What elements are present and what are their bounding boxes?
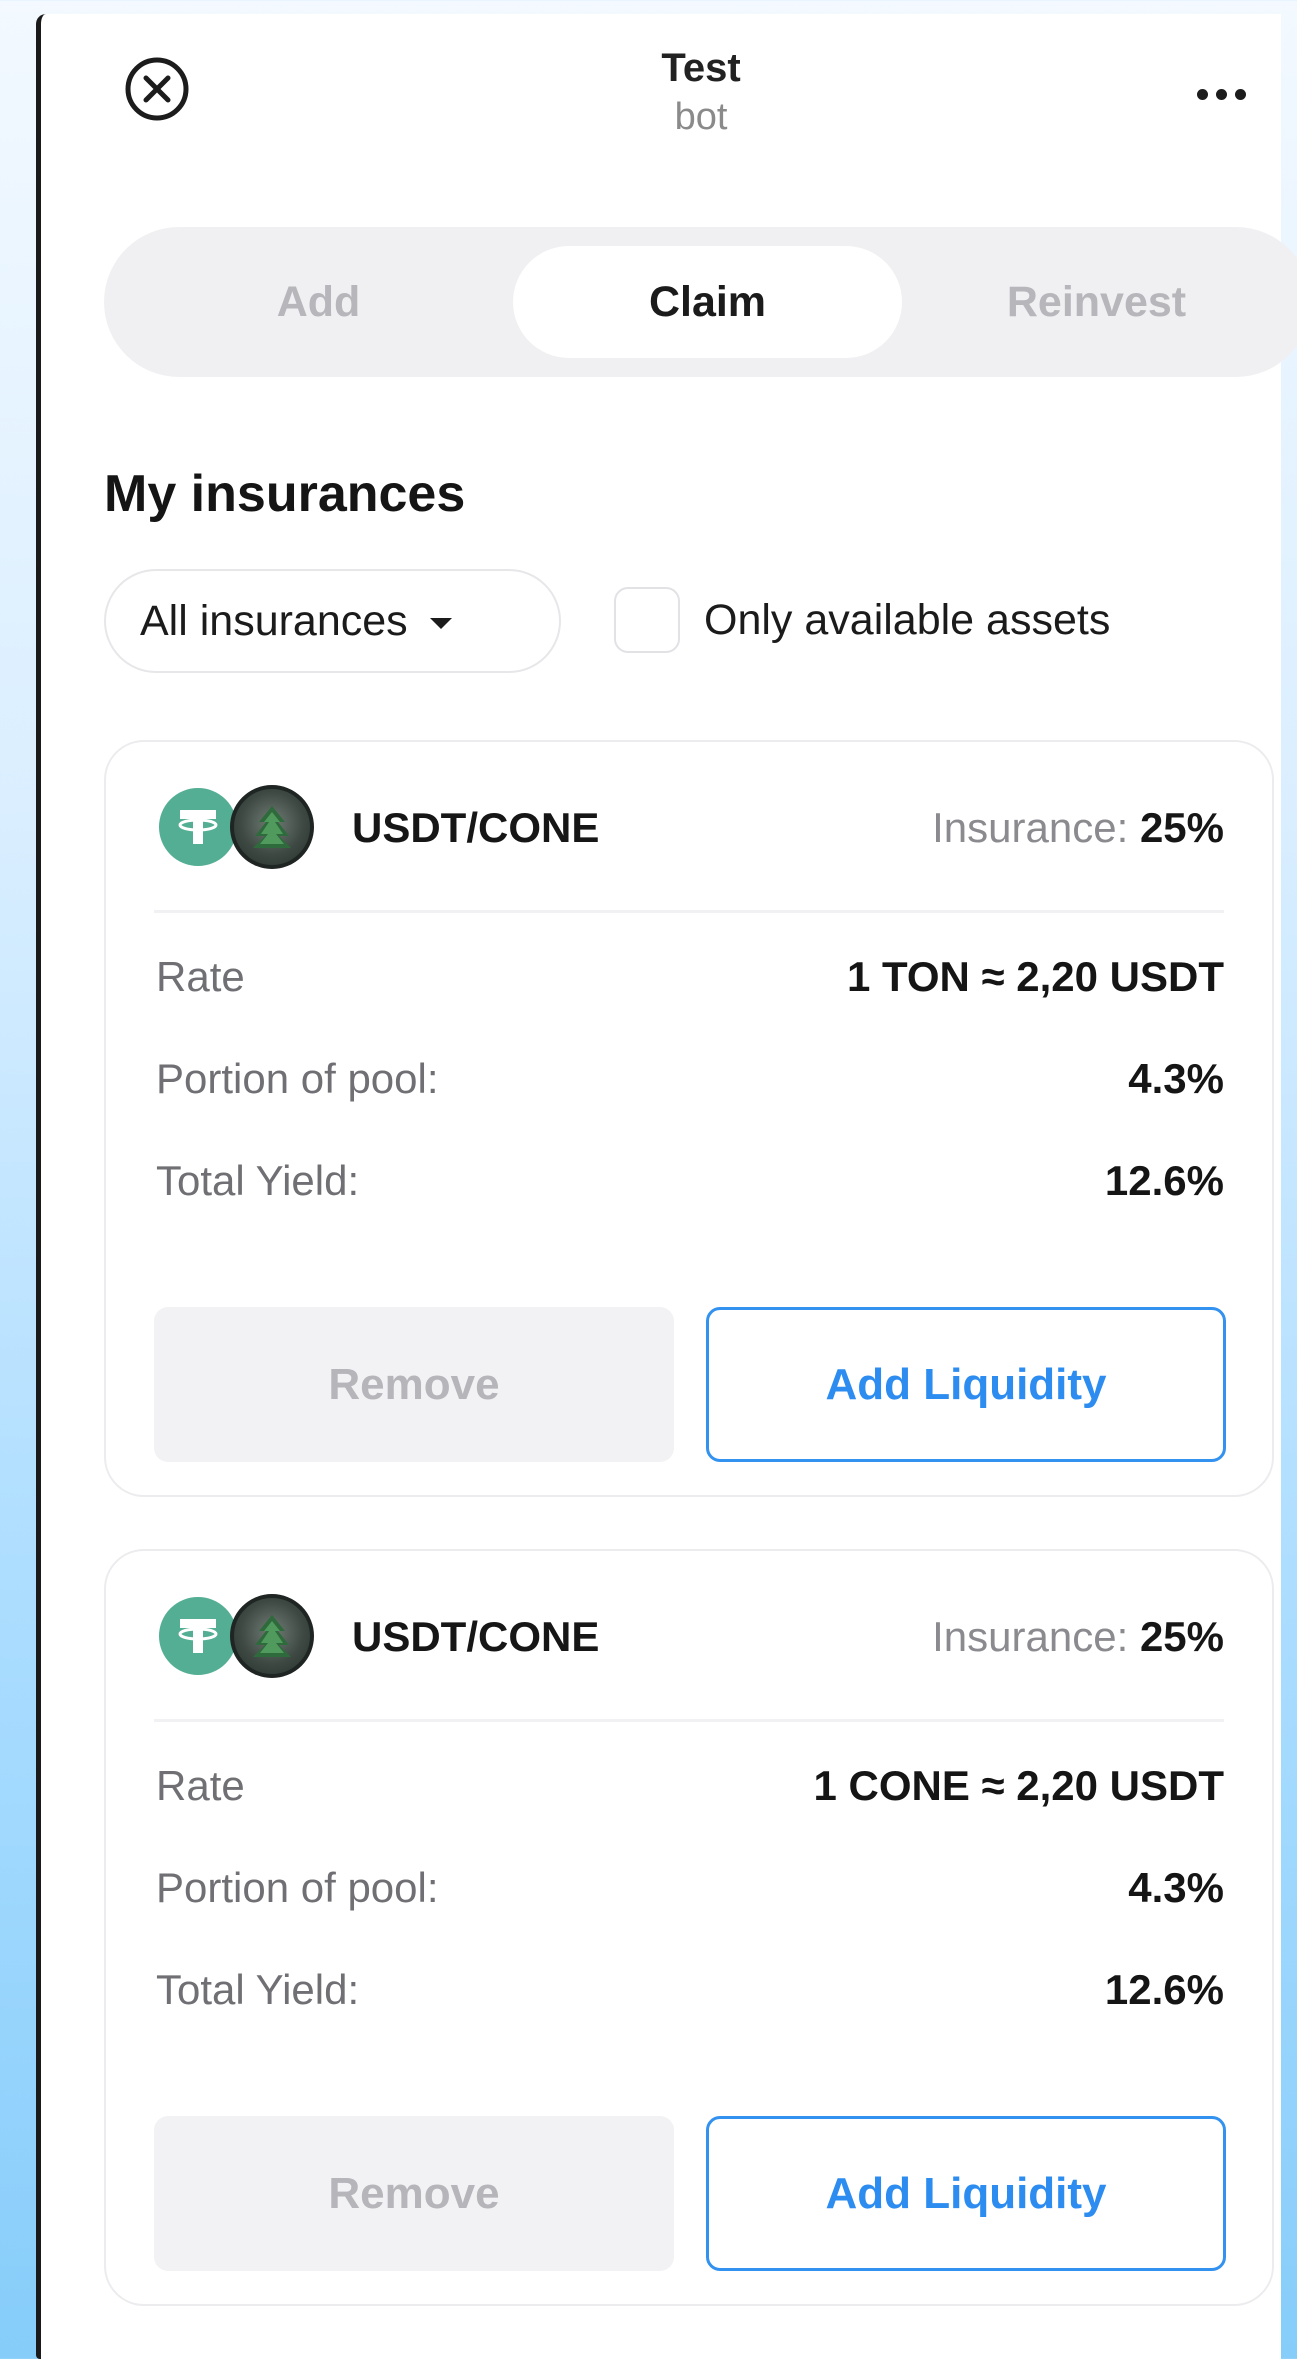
add-liquidity-button[interactable]: Add Liquidity [706,1307,1226,1462]
insurance-value: 25% [1139,804,1224,851]
tab-claim[interactable]: Claim [513,246,902,358]
row-label: Rate [156,1762,245,1809]
section-title: My insurances [104,465,466,523]
header: Test bot [41,14,1281,154]
pair-name: USDT/CONE [352,804,600,851]
remove-button[interactable]: Remove [154,1307,674,1462]
insurance-filter-dropdown[interactable]: All insurances [104,569,561,673]
row-label: Portion of pool: [156,1864,439,1911]
row-value: 4.3% [1128,1864,1224,1911]
available-assets-checkbox[interactable] [614,587,680,653]
insurance-percent: Insurance: 25% [932,802,1224,854]
title-block: Test bot [41,44,1281,142]
more-horizontal-icon [1196,88,1208,100]
yield-row: Total Yield: 12.6% [156,1151,1224,1211]
cone-icon [230,1594,314,1678]
portion-row: Portion of pool: 4.3% [156,1858,1224,1918]
page-title: Test [661,46,741,90]
insurance-label: Insurance: [932,1613,1129,1660]
tab-reinvest[interactable]: Reinvest [902,246,1291,358]
more-options-button[interactable] [1176,74,1266,114]
row-value: 4.3% [1128,1055,1224,1102]
checkbox-label: Only available assets [704,596,1111,644]
insurance-label: Insurance: [932,804,1129,851]
card-header: USDT/CONE Insurance: 25% [106,1551,1272,1721]
insurance-card: USDT/CONE Insurance: 25% Rate 1 TON ≈ 2,… [104,740,1274,1497]
row-value: 1 TON ≈ 2,20 USDT [846,953,1224,1000]
portion-row: Portion of pool: 4.3% [156,1049,1224,1109]
cone-icon [230,785,314,869]
app-panel: Test bot Add Claim Reinvest My insurance… [36,14,1297,2359]
page-subtitle: bot [674,96,728,138]
row-label: Total Yield: [156,1966,360,2013]
divider [154,1719,1224,1722]
usdt-icon [156,1594,240,1678]
divider [154,910,1224,913]
token-pair-icons [156,785,326,871]
card-header: USDT/CONE Insurance: 25% [106,742,1272,912]
yield-row: Total Yield: 12.6% [156,1960,1224,2020]
row-label: Portion of pool: [156,1055,439,1102]
rate-row: Rate 1 CONE ≈ 2,20 USDT [156,1756,1224,1816]
row-label: Rate [156,953,245,1000]
add-liquidity-button[interactable]: Add Liquidity [706,2116,1226,2271]
row-label: Total Yield: [156,1157,360,1204]
more-horizontal-icon [1215,88,1227,100]
row-value: 1 CONE ≈ 2,20 USDT [813,1762,1224,1809]
dropdown-value: All insurances [140,596,408,645]
remove-button[interactable]: Remove [154,2116,674,2271]
tab-add[interactable]: Add [124,246,513,358]
insurance-card: USDT/CONE Insurance: 25% Rate 1 CONE ≈ 2… [104,1549,1274,2306]
tab-switcher: Add Claim Reinvest [104,227,1297,377]
usdt-icon [156,785,240,869]
pair-name: USDT/CONE [352,1613,600,1660]
insurance-value: 25% [1139,1613,1224,1660]
rate-row: Rate 1 TON ≈ 2,20 USDT [156,947,1224,1007]
caret-down-icon [429,617,452,629]
token-pair-icons [156,1594,326,1680]
more-horizontal-icon [1234,88,1246,100]
row-value: 12.6% [1104,1966,1224,2013]
row-value: 12.6% [1104,1157,1224,1204]
insurance-percent: Insurance: 25% [932,1611,1224,1663]
